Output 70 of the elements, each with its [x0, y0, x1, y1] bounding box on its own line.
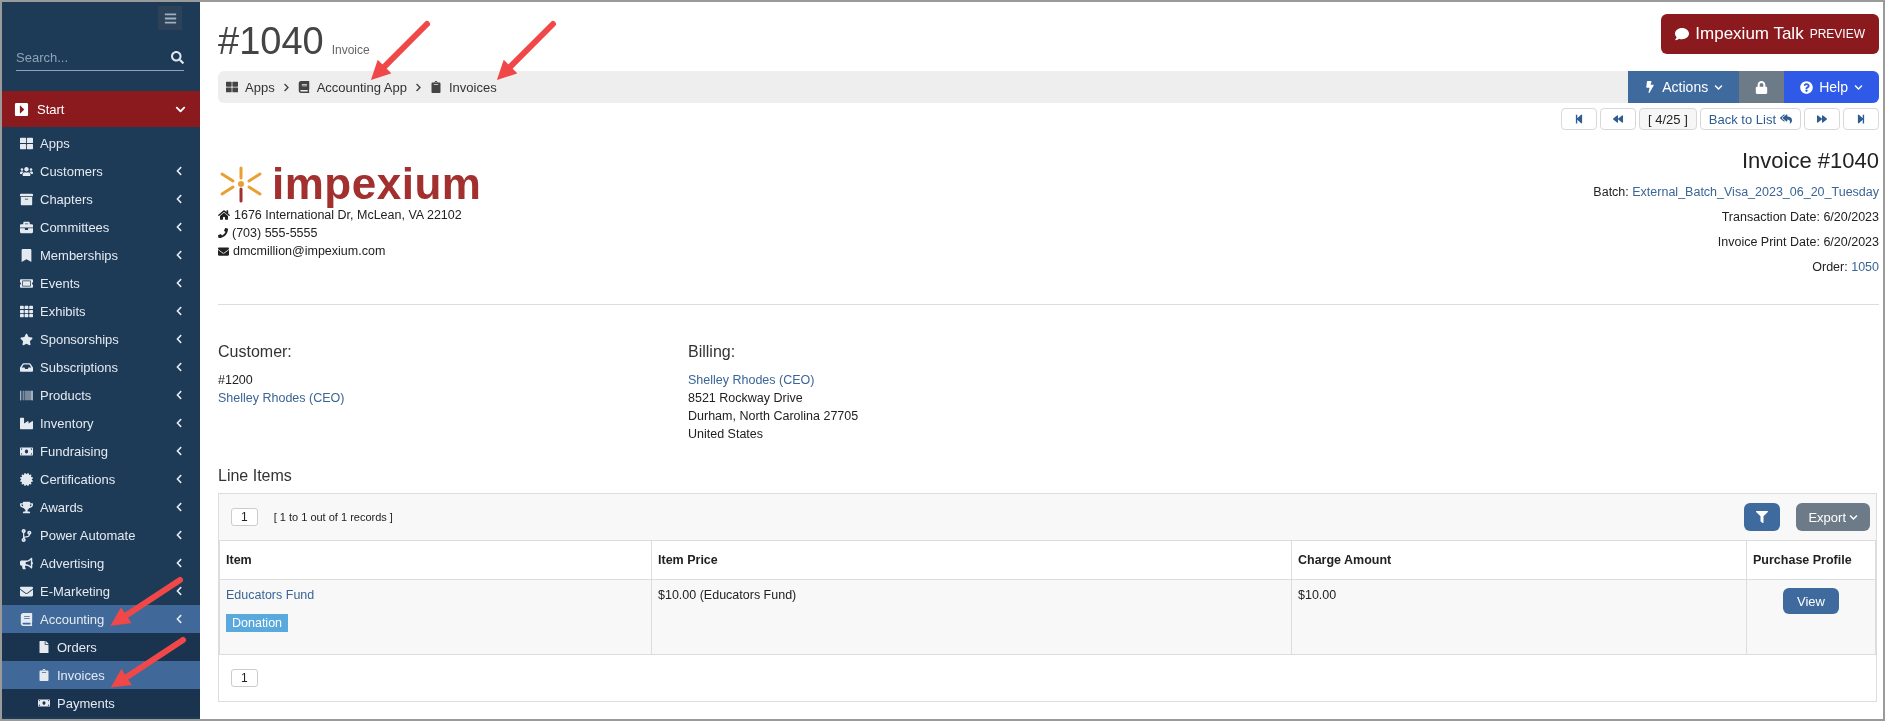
customer-link[interactable]: Shelley Rhodes (CEO) — [218, 389, 688, 407]
column-header: Item Price — [651, 541, 1292, 580]
sidebar-item[interactable]: Fundraising — [2, 437, 200, 465]
sidebar-item[interactable]: E-Marketing — [2, 577, 200, 605]
item-link[interactable]: Educators Fund — [226, 588, 315, 602]
sidebar-item[interactable]: Sponsorships — [2, 325, 200, 353]
start-label: Start — [37, 101, 66, 117]
sidebar-item[interactable]: Committees — [2, 213, 200, 241]
billing-heading: Billing: — [688, 343, 737, 361]
page-number[interactable]: 1 — [231, 669, 258, 687]
export-button[interactable]: Export — [1796, 503, 1870, 531]
company-email: dmcmillion@impexium.com — [233, 243, 386, 260]
page-subtitle: Invoice — [331, 43, 370, 57]
sidebar-item[interactable]: Customers — [2, 157, 200, 185]
company-phone: (703) 555-5555 — [232, 225, 318, 242]
page-title: #1040 Invoice — [218, 20, 370, 63]
back-to-list-button[interactable]: Back to List — [1699, 108, 1801, 130]
column-header: Purchase Profile — [1746, 541, 1876, 580]
sidebar-item[interactable]: Certifications — [2, 465, 200, 493]
sidebar-item[interactable]: Power Automate — [2, 521, 200, 549]
table-cell: $10.00 — [1291, 579, 1747, 655]
breadcrumb-link[interactable]: Apps — [245, 79, 275, 95]
field-link[interactable]: 1050 — [1851, 260, 1879, 274]
field-link[interactable]: External_Batch_Visa_2023_06_20_Tuesday — [1632, 185, 1879, 199]
sidebar-item[interactable]: Chapters — [2, 185, 200, 213]
billing-address-line: 8521 Rockway Drive — [688, 390, 804, 407]
breadcrumb-link[interactable]: Accounting App — [316, 79, 407, 95]
line-items-heading: Line Items — [218, 467, 293, 485]
sidebar-item[interactable]: Apps — [2, 129, 200, 157]
donation-tag: Donation — [226, 614, 289, 632]
field-value: 6/20/2023 — [1823, 210, 1879, 224]
sidebar-item[interactable]: Subscriptions — [2, 353, 200, 381]
customer-heading: Customer: — [218, 343, 293, 361]
sidebar-subitem[interactable]: Invoices — [2, 661, 200, 689]
search-field[interactable]: Search... — [16, 49, 171, 65]
sidebar-item[interactable]: Products — [2, 381, 200, 409]
records-count: [ 1 to 1 out of 1 records ] — [273, 511, 394, 523]
billing-address-line: United States — [688, 426, 765, 443]
page-position[interactable]: [ 4/25 ] — [1639, 108, 1697, 130]
sidebar-item[interactable]: Advertising — [2, 549, 200, 577]
billing-address-line: Durham, North Carolina 27705 — [688, 408, 860, 425]
page-number[interactable]: 1 — [231, 508, 258, 526]
breadcrumb-link[interactable]: Invoices — [449, 79, 497, 95]
sidebar-item[interactable]: Awards — [2, 493, 200, 521]
preview-label: PREVIEW — [1809, 27, 1865, 41]
sidebar-item[interactable]: Events — [2, 269, 200, 297]
table-cell: $10.00 (Educators Fund) — [651, 579, 1292, 655]
sidebar-item[interactable]: Inventory — [2, 409, 200, 437]
invoice-title: Invoice #1040 — [1742, 148, 1879, 174]
logo-text: impexium — [272, 162, 482, 206]
sidebar-item[interactable]: Exhibits — [2, 297, 200, 325]
field-value: 6/20/2023 — [1823, 235, 1879, 249]
help-button[interactable]: Help — [1784, 71, 1879, 103]
customer-number: #1200 — [218, 372, 254, 389]
company-address: 1676 International Dr, McLean, VA 22102 — [234, 208, 462, 224]
start-menu-header[interactable]: Start — [2, 91, 200, 127]
field-label: Batch: — [1593, 185, 1629, 199]
sidebar-subitem[interactable]: Payments — [2, 689, 200, 717]
view-button[interactable]: View — [1783, 588, 1839, 614]
field-label: Invoice Print Date: — [1717, 235, 1820, 249]
column-header: Item — [219, 541, 652, 580]
sidebar-item[interactable]: Accounting — [2, 605, 200, 633]
field-label: Order: — [1812, 260, 1848, 274]
talk-button[interactable]: Impexium Talk PREVIEW — [1661, 14, 1879, 54]
sidebar-item[interactable]: Memberships — [2, 241, 200, 269]
column-header: Charge Amount — [1291, 541, 1747, 580]
billing-name-link[interactable]: Shelley Rhodes (CEO) — [688, 371, 1879, 389]
actions-button[interactable]: Actions — [1628, 71, 1740, 103]
sidebar-subitem[interactable]: Orders — [2, 633, 200, 661]
field-label: Transaction Date: — [1721, 210, 1820, 224]
